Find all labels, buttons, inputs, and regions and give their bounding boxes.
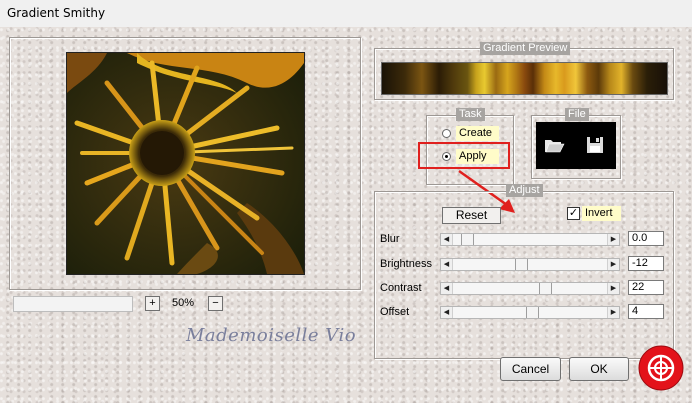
- title-bar[interactable]: Gradient Smithy: [0, 0, 692, 27]
- blur-value-field[interactable]: 0.0: [628, 231, 664, 246]
- invert-label[interactable]: Invert: [582, 206, 621, 221]
- blur-slider[interactable]: ◀ ▶: [440, 233, 620, 246]
- task-create-label[interactable]: Create: [456, 126, 499, 141]
- sunflower-image: [67, 53, 304, 274]
- contrast-value-field[interactable]: 22: [628, 280, 664, 295]
- blur-label: Blur: [380, 233, 400, 245]
- brightness-label: Brightness: [380, 258, 432, 270]
- file-buttons-panel: [536, 122, 616, 169]
- offset-label: Offset: [380, 306, 410, 318]
- offset-increment-arrow[interactable]: ▶: [607, 307, 619, 318]
- adjust-legend: Adjust: [506, 184, 543, 197]
- contrast-slider[interactable]: ◀ ▶: [440, 282, 620, 295]
- blur-slider-row: Blur ◀ ▶ 0.0: [380, 231, 665, 247]
- reset-button[interactable]: Reset: [442, 207, 501, 224]
- floppy-disk-icon: [587, 137, 603, 153]
- brightness-slider[interactable]: ◀ ▶: [440, 258, 620, 271]
- zoom-level: 50%: [172, 297, 195, 309]
- offset-slider-thumb[interactable]: [526, 307, 540, 318]
- save-file-button[interactable]: [584, 134, 606, 156]
- annotation-highlight-box: [418, 142, 510, 169]
- dialog-window: Gradient Smithy + 50% − Mademoiselle Vio…: [0, 0, 692, 403]
- offset-decrement-arrow[interactable]: ◀: [441, 307, 453, 318]
- file-legend: File: [565, 108, 589, 121]
- window-title: Gradient Smithy: [7, 6, 106, 20]
- gradient-preview-bar: [381, 62, 668, 95]
- contrast-slider-thumb[interactable]: [539, 283, 553, 294]
- invert-checkbox[interactable]: ✓: [567, 207, 580, 220]
- watermark-signature: Mademoiselle Vio: [186, 325, 357, 346]
- image-preview[interactable]: [66, 52, 305, 275]
- brightness-value-field[interactable]: -12: [628, 256, 664, 271]
- blur-increment-arrow[interactable]: ▶: [607, 234, 619, 245]
- contrast-increment-arrow[interactable]: ▶: [607, 283, 619, 294]
- adjust-group: [374, 191, 674, 359]
- contrast-label: Contrast: [380, 282, 422, 294]
- blur-slider-thumb[interactable]: [460, 234, 474, 245]
- ok-button[interactable]: OK: [569, 357, 629, 381]
- brightness-slider-row: Brightness ◀ ▶ -12: [380, 256, 665, 272]
- contrast-decrement-arrow[interactable]: ◀: [441, 283, 453, 294]
- offset-slider[interactable]: ◀ ▶: [440, 306, 620, 319]
- folder-open-icon: [545, 140, 565, 153]
- zoom-in-button[interactable]: +: [145, 296, 160, 311]
- open-file-button[interactable]: [543, 134, 565, 156]
- task-legend: Task: [456, 108, 485, 121]
- gradient-preview-legend: Gradient Preview: [480, 42, 571, 55]
- zoom-out-button[interactable]: −: [208, 296, 223, 311]
- brightness-slider-thumb[interactable]: [514, 259, 528, 270]
- lifebuoy-icon: [638, 345, 684, 391]
- task-create-radio[interactable]: [442, 129, 451, 138]
- offset-slider-row: Offset ◀ ▶ 4: [380, 304, 665, 320]
- brightness-increment-arrow[interactable]: ▶: [607, 259, 619, 270]
- cancel-button[interactable]: Cancel: [500, 357, 561, 381]
- contrast-slider-row: Contrast ◀ ▶ 22: [380, 280, 665, 296]
- blur-decrement-arrow[interactable]: ◀: [441, 234, 453, 245]
- offset-value-field[interactable]: 4: [628, 304, 664, 319]
- presets-button[interactable]: [638, 345, 684, 391]
- dialog-client-area: + 50% − Mademoiselle Vio Gradient Previe…: [0, 27, 692, 403]
- brightness-decrement-arrow[interactable]: ◀: [441, 259, 453, 270]
- zoom-track[interactable]: [13, 296, 133, 312]
